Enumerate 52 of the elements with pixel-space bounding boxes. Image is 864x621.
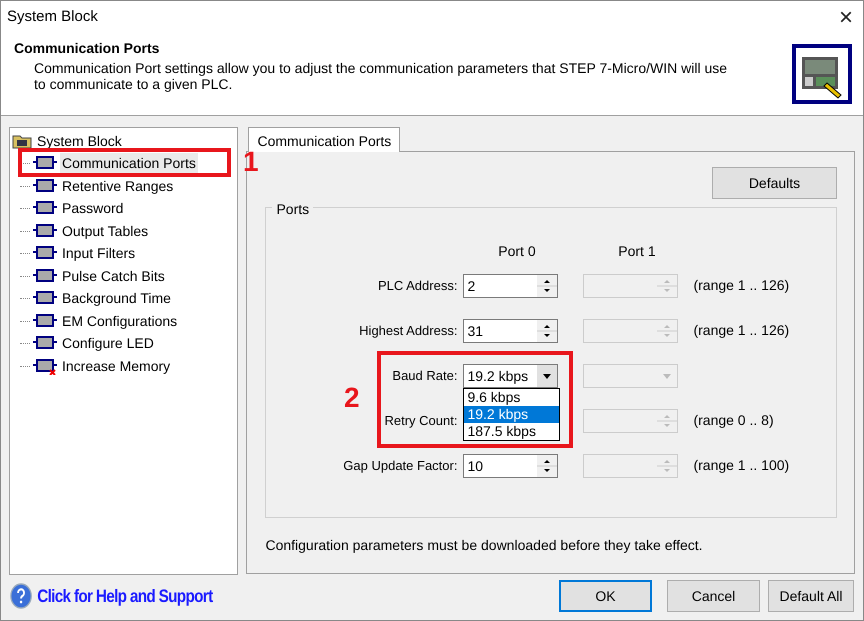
folder-icon (12, 133, 32, 150)
dropdown-option[interactable]: 19.2 kbps (464, 406, 560, 422)
module-icon (33, 268, 57, 285)
tree-item[interactable]: Configure LED (60, 333, 156, 354)
tree-item[interactable]: Increase Memory (60, 356, 172, 377)
field-label: Baud Rate: (391, 366, 458, 385)
module-icon (33, 178, 57, 195)
dialog-button[interactable]: OK (559, 580, 652, 612)
range-hint: (range 0 .. 8) (693, 411, 774, 430)
tree-item[interactable]: Communication Ports (60, 153, 198, 174)
spin-field[interactable]: 10 (463, 454, 558, 478)
help-icon[interactable] (10, 583, 32, 609)
tree-item[interactable]: EM Configurations (60, 310, 180, 332)
defaults-button[interactable]: Defaults (712, 167, 837, 199)
close-button[interactable]: × (834, 6, 857, 30)
spin-arrows-icon[interactable] (537, 274, 558, 296)
spin-arrows-icon[interactable] (537, 454, 558, 476)
tree-item[interactable]: Pulse Catch Bits (60, 266, 167, 287)
spin-field[interactable]: 2 (463, 274, 558, 298)
dropdown-option[interactable]: 187.5 kbps (464, 422, 560, 440)
header-title: Communication Ports (14, 40, 160, 57)
tree-item[interactable]: Output Tables (60, 220, 150, 242)
range-hint: (range 1 .. 126) (693, 276, 790, 295)
field-label: Highest Address: (358, 322, 458, 340)
tree-item[interactable]: System Block (35, 130, 124, 152)
dropdown-option[interactable]: 9.6 kbps (464, 388, 560, 406)
tree-item[interactable]: Password (60, 198, 126, 220)
tree-item[interactable]: Background Time (60, 288, 173, 310)
note-text: Configuration parameters must be downloaded before they take effect. (265, 536, 704, 555)
range-hint: (range 1 .. 126) (693, 321, 790, 340)
dialog-button[interactable]: Default All (768, 580, 854, 612)
plc-module-icon (791, 43, 853, 105)
tree-item[interactable]: Input Filters (60, 243, 138, 264)
window-title: System Block (7, 7, 98, 28)
field-label: Gap Update Factor: (342, 456, 458, 475)
range-hint: (range 1 .. 100) (693, 456, 790, 475)
annotation-number: 2 (344, 384, 360, 412)
help-link[interactable]: Click for Help and Support (10, 582, 212, 610)
header-description: Communication Port settings allow you to adjust the communication parameters that STEP 7-Micro/WIN will use to communicate to a given PLC. (34, 60, 728, 92)
module-error-icon (33, 358, 57, 375)
dialog-button[interactable]: Cancel (667, 580, 760, 612)
field-label: PLC Address: (376, 276, 458, 295)
spin-arrows-icon[interactable] (537, 320, 558, 342)
tree-item[interactable]: Retentive Ranges (60, 176, 176, 197)
column-header: Port 1 (617, 242, 657, 261)
field-label: Retry Count: (383, 412, 458, 430)
module-icon (33, 312, 57, 330)
dropdown-field[interactable]: 19.2 kbps (463, 364, 558, 388)
column-header: Port 0 (497, 242, 537, 261)
module-icon (33, 222, 57, 240)
tab[interactable]: Communication Ports (248, 127, 400, 152)
spin-field[interactable]: 31 (463, 318, 558, 342)
